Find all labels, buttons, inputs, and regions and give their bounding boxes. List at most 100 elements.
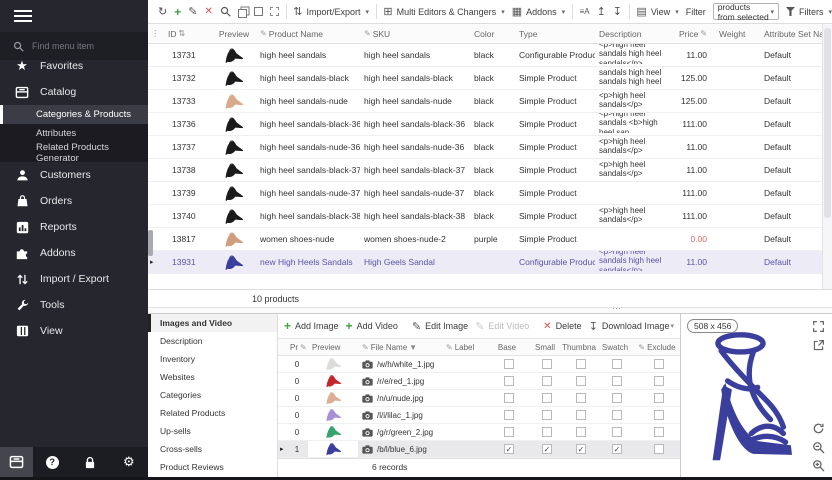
checkbox[interactable]: ✓	[504, 444, 514, 454]
column-header[interactable]: Type	[515, 29, 595, 39]
checkbox[interactable]: ✓	[542, 444, 552, 454]
column-header[interactable]: ID⇅	[164, 29, 212, 39]
copy-button[interactable]	[238, 6, 247, 18]
checkbox[interactable]	[504, 410, 514, 420]
checkbox[interactable]	[542, 410, 552, 420]
product-row[interactable]: 13737 high heel sandals-nude-36high heel…	[148, 136, 822, 159]
multi-editors-dropdown[interactable]: ⊞ Multi Editors & Changers▾	[383, 5, 504, 18]
checkbox[interactable]	[504, 376, 514, 386]
sidebar-item-customers[interactable]: Customers	[0, 162, 148, 188]
select-button[interactable]	[254, 7, 263, 16]
checkbox[interactable]	[576, 427, 586, 437]
column-header[interactable]: Thumbna	[562, 343, 596, 352]
add-image-button[interactable]: +Add Image	[284, 319, 339, 333]
checkbox[interactable]	[612, 393, 622, 403]
sidebar-item-catalog[interactable]: Catalog	[0, 79, 148, 105]
edit-image-button[interactable]: ✎Edit Image	[412, 320, 468, 333]
product-row[interactable]: 13736 high heel sandals-black-36high hee…	[148, 113, 822, 136]
tab-categories[interactable]: Categories	[148, 386, 277, 404]
checkbox[interactable]	[612, 359, 622, 369]
checkbox[interactable]: ✓	[612, 444, 622, 454]
tab-related-products[interactable]: Related Products	[148, 404, 277, 422]
rotate-button[interactable]	[812, 422, 826, 436]
import-export-dropdown[interactable]: ⇅ Import/Export▾	[293, 5, 369, 18]
checkbox[interactable]	[504, 427, 514, 437]
tab-images-and-video[interactable]: Images and Video	[148, 314, 277, 332]
checkbox[interactable]	[542, 427, 552, 437]
column-header[interactable]: ✎Product Name	[256, 29, 360, 39]
checkbox[interactable]	[542, 393, 552, 403]
checkbox[interactable]	[576, 376, 586, 386]
sidebar-item-view[interactable]: View	[0, 318, 148, 344]
toolbar-overflow-button[interactable]: ▾	[670, 322, 674, 330]
delete-product-button[interactable]: ✕	[204, 6, 212, 17]
column-header[interactable]: ✎Exclude	[634, 343, 680, 352]
column-header[interactable]: Small	[528, 343, 562, 352]
tab-inventory[interactable]: Inventory	[148, 350, 277, 368]
row-height-decrease-button[interactable]: ↧	[613, 5, 622, 18]
search-button[interactable]	[220, 6, 231, 17]
column-header[interactable]: Weight	[715, 29, 760, 39]
checkbox[interactable]	[654, 410, 664, 420]
checkbox[interactable]	[542, 359, 552, 369]
column-header[interactable]: Base	[486, 343, 528, 352]
product-row[interactable]: 13731 high heel sandalshigh heel sandals…	[148, 44, 822, 67]
sidebar-item-import-export[interactable]: Import / Export	[0, 266, 148, 292]
zoom-out-button[interactable]	[812, 441, 826, 455]
tab-product-reviews[interactable]: Product Reviews	[148, 458, 277, 476]
add-product-button[interactable]: +	[174, 5, 181, 19]
menu-toggle-button[interactable]	[14, 10, 32, 22]
image-row[interactable]: 0 /n/u/nude.jpg	[278, 390, 680, 407]
checkbox[interactable]	[504, 359, 514, 369]
filter-select[interactable]: Show products from selected categories▾	[713, 3, 779, 20]
column-header[interactable]: ✎Label	[442, 343, 486, 352]
view-dropdown[interactable]: ▤ View▾	[636, 5, 678, 18]
sidebar-item-orders[interactable]: Orders	[0, 188, 148, 214]
sidebar-item-tools[interactable]: Tools	[0, 292, 148, 318]
column-header[interactable]: Swatch	[596, 343, 634, 352]
product-row[interactable]: 13817 women shoes-nudewomen shoes-nude-2…	[148, 228, 822, 251]
scrollbar-thumb[interactable]	[824, 28, 831, 218]
checkbox[interactable]	[504, 393, 514, 403]
checkbox[interactable]	[612, 376, 622, 386]
checkbox[interactable]	[654, 376, 664, 386]
download-image-button[interactable]: ↧Download Image	[589, 320, 670, 333]
sidebar-item-addons[interactable]: Addons	[0, 240, 148, 266]
tab-cross-sells[interactable]: Cross-sells	[148, 440, 277, 458]
product-row[interactable]: 13740 high heel sandals-black-38high hee…	[148, 205, 822, 228]
checkbox[interactable]	[654, 359, 664, 369]
products-scrollbar[interactable]	[822, 24, 832, 289]
column-header[interactable]: ✎File Name▼	[358, 343, 442, 352]
image-row[interactable]: ▸ 1 /b/l/blue_6.jpg ✓✓✓✓	[278, 441, 680, 458]
column-header[interactable]: Attribute Set Name	[760, 29, 822, 39]
product-row[interactable]: 13732 high heel sandals-blackhigh heel s…	[148, 67, 822, 90]
column-header[interactable]: Preview	[308, 343, 358, 352]
column-header[interactable]: Preview	[212, 29, 256, 39]
refresh-button[interactable]: ↻	[158, 5, 167, 18]
font-size-button[interactable]: ≡A	[580, 7, 590, 16]
product-row[interactable]: ▸13931 new High Heels SandalsHigh Geels …	[148, 251, 822, 274]
edit-video-button[interactable]: ✎Edit Video	[475, 320, 529, 333]
column-header[interactable]: Price✎	[675, 29, 715, 39]
filters-dropdown[interactable]: Filters▾	[786, 7, 832, 17]
tab-description[interactable]: Description	[148, 332, 277, 350]
checkbox[interactable]	[654, 444, 664, 454]
column-header[interactable]: Color	[470, 29, 515, 39]
store-button[interactable]	[0, 447, 33, 477]
product-row[interactable]: 13733 high heel sandals-nudehigh heel sa…	[148, 90, 822, 113]
open-external-button[interactable]	[812, 339, 826, 353]
image-row[interactable]: 0 /g/r/green_2.jpg	[278, 424, 680, 441]
checkbox[interactable]	[654, 427, 664, 437]
checkbox[interactable]	[576, 359, 586, 369]
sidebar-item-reports[interactable]: Reports	[0, 214, 148, 240]
lock-button[interactable]	[71, 456, 109, 469]
zoom-in-button[interactable]	[812, 459, 826, 473]
checkbox[interactable]	[576, 410, 586, 420]
help-button[interactable]: ?	[33, 456, 71, 469]
edit-product-button[interactable]: ✎	[188, 5, 197, 18]
product-row[interactable]: 13739 high heel sandals-nude-37high heel…	[148, 182, 822, 205]
settings-button[interactable]: ⚙	[110, 454, 148, 470]
checkbox[interactable]: ✓	[576, 444, 586, 454]
checkbox[interactable]	[542, 376, 552, 386]
checkbox[interactable]	[576, 393, 586, 403]
